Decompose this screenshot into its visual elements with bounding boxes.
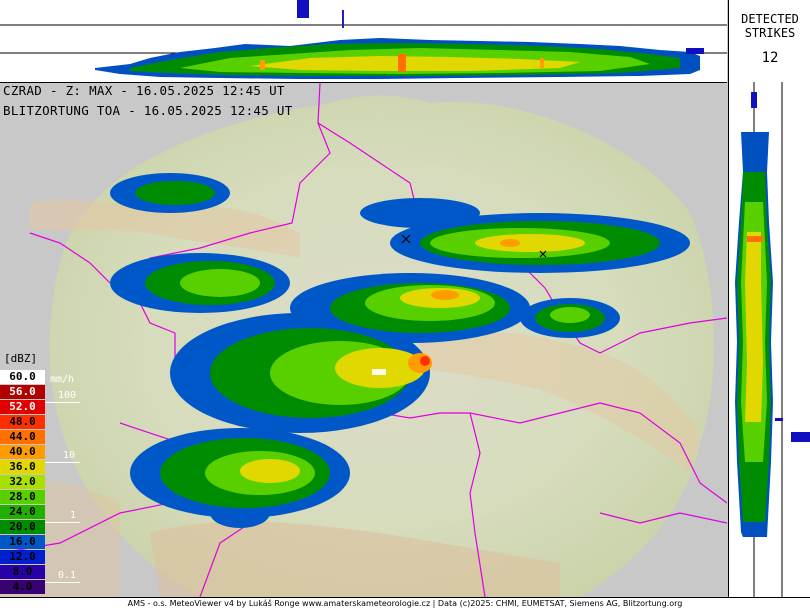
legend-rate-10: 10 xyxy=(63,450,76,461)
detected-strikes-panel: DETECTED STRIKES 12 xyxy=(728,0,810,83)
legend-rate-0-1: 0.1 xyxy=(58,570,77,581)
legend-level: 40.0 xyxy=(0,445,45,459)
legend-level: 60.0 xyxy=(0,370,45,384)
legend-level: 24.0 xyxy=(0,505,45,519)
legend-rate-unit: mm/h xyxy=(50,374,75,385)
legend-level: 16.0 xyxy=(0,535,45,549)
strikes-count: 12 xyxy=(761,50,779,66)
legend-level: 4.0 xyxy=(0,580,45,594)
legend-level: 44.0 xyxy=(0,430,45,444)
legend-unit: [dBZ] xyxy=(4,352,38,365)
strikes-label-line2: STRIKES xyxy=(744,26,796,40)
radar-map-svg xyxy=(0,82,728,598)
lightning-product-label: BLITZORTUNG TOA - 16.05.2025 12:45 UT xyxy=(3,103,293,118)
radar-map[interactable] xyxy=(0,82,728,598)
legend-level: 56.0 xyxy=(0,385,45,399)
footer-credit: AMS - o.s. MeteoViewer v4 by Lukáš Ronge… xyxy=(0,597,810,611)
legend-rate-1: 1 xyxy=(70,510,77,521)
top-profile-panel xyxy=(0,0,727,83)
strikes-label-line1: DETECTED xyxy=(741,12,799,26)
legend-level: 8.0 xyxy=(0,565,45,579)
right-profile-chart xyxy=(735,82,810,597)
legend-level: 36.0 xyxy=(0,460,45,474)
top-profile-chart xyxy=(0,0,727,79)
legend-level: 12.0 xyxy=(0,550,45,564)
right-profile-panel xyxy=(728,82,810,597)
legend-level: 32.0 xyxy=(0,475,45,489)
legend-rate-100: 100 xyxy=(58,390,77,401)
legend-level: 48.0 xyxy=(0,415,45,429)
legend-level: 28.0 xyxy=(0,490,45,504)
radar-product-label: CZRAD - Z: MAX - 16.05.2025 12:45 UT xyxy=(3,83,285,98)
legend-level: 52.0 xyxy=(0,400,45,414)
legend-level: 20.0 xyxy=(0,520,45,534)
